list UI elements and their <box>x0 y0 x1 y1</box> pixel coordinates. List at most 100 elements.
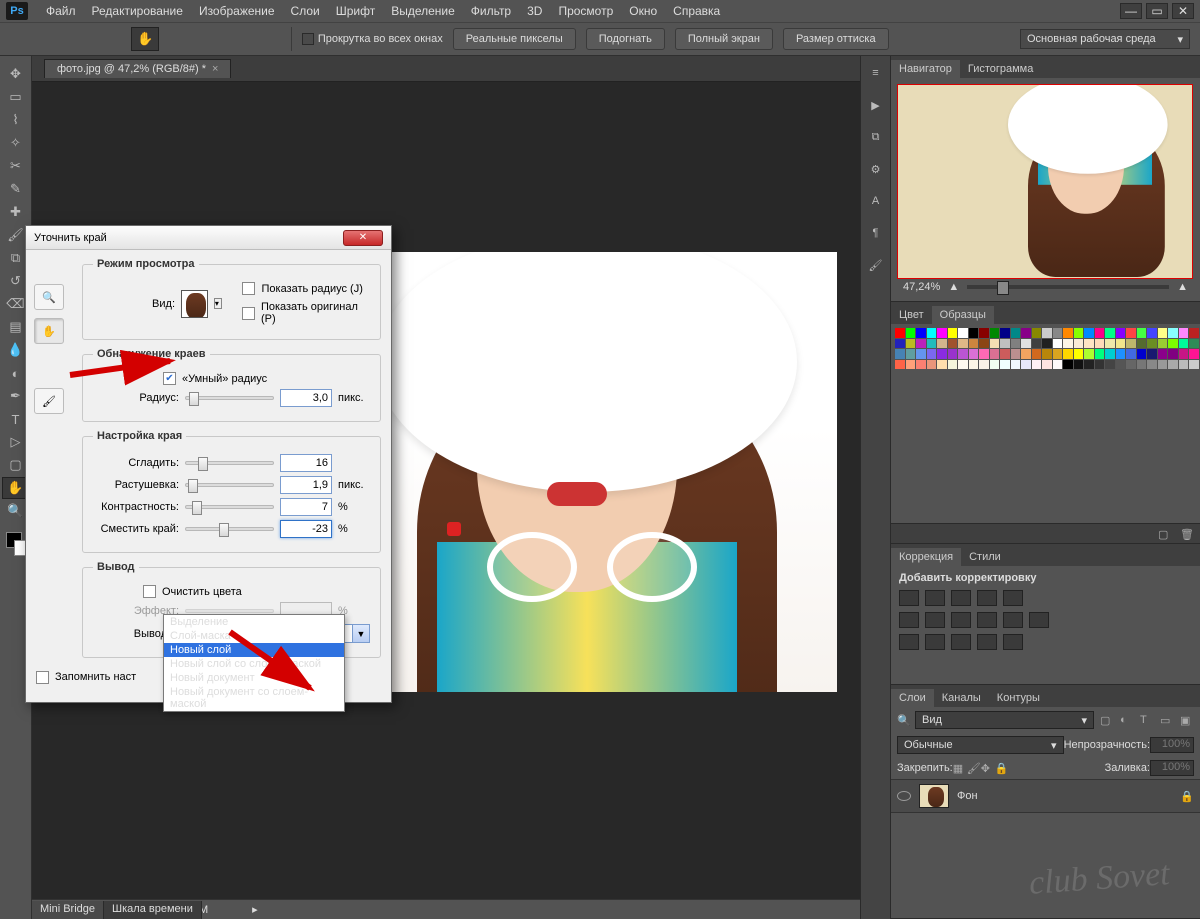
move-tool[interactable]: ✥ <box>2 63 30 85</box>
swatch[interactable] <box>969 328 979 338</box>
menu-type[interactable]: Шрифт <box>328 2 383 20</box>
swatch[interactable] <box>1116 339 1126 349</box>
filter-adjust-icon[interactable]: ◐ <box>1120 714 1134 726</box>
character-icon[interactable]: A <box>867 192 885 210</box>
smooth-slider[interactable] <box>185 461 274 465</box>
zoom-out-icon[interactable]: ▲ <box>948 281 959 293</box>
dialog-hand-tool[interactable]: ✋ <box>34 318 64 344</box>
swatch[interactable] <box>1116 349 1126 359</box>
swatch[interactable] <box>1189 339 1199 349</box>
dialog-refine-brush-tool[interactable]: 🖌 <box>34 388 64 414</box>
swatch[interactable] <box>1126 328 1136 338</box>
wand-tool[interactable]: ✧ <box>2 132 30 154</box>
swatch[interactable] <box>895 349 905 359</box>
swatch[interactable] <box>1000 349 1010 359</box>
swatch[interactable] <box>1105 349 1115 359</box>
layer-thumbnail[interactable] <box>919 784 949 808</box>
swatch[interactable] <box>1137 349 1147 359</box>
swatch[interactable] <box>1053 360 1063 370</box>
swatch[interactable] <box>1011 328 1021 338</box>
tab-adjustments[interactable]: Коррекция <box>891 548 961 566</box>
swatch[interactable] <box>1084 328 1094 338</box>
swatch[interactable] <box>1084 339 1094 349</box>
menu-filter[interactable]: Фильтр <box>463 2 519 20</box>
expand-strip-icon[interactable]: ≡ <box>867 64 885 82</box>
swatch[interactable] <box>1189 360 1199 370</box>
swatch[interactable] <box>1053 349 1063 359</box>
swatch[interactable] <box>990 360 1000 370</box>
maximize-button[interactable]: ▭ <box>1146 3 1168 19</box>
adj-gradient-icon[interactable] <box>977 634 997 650</box>
swatch[interactable] <box>958 360 968 370</box>
swatch[interactable] <box>916 339 926 349</box>
filter-type-icon[interactable]: T <box>1140 714 1154 726</box>
swatch[interactable] <box>1000 360 1010 370</box>
swatch[interactable] <box>1021 339 1031 349</box>
swatch[interactable] <box>1137 339 1147 349</box>
swatch[interactable] <box>990 349 1000 359</box>
swatch[interactable] <box>895 360 905 370</box>
swatch[interactable] <box>948 328 958 338</box>
swatch[interactable] <box>1116 360 1126 370</box>
swatch[interactable] <box>1179 339 1189 349</box>
swatch[interactable] <box>979 349 989 359</box>
paragraph-icon[interactable]: ¶ <box>867 224 885 242</box>
swatch[interactable] <box>1032 360 1042 370</box>
tab-timeline[interactable]: Шкала времени <box>104 901 202 919</box>
swatch[interactable] <box>1168 339 1178 349</box>
swatch[interactable] <box>1042 339 1052 349</box>
heal-tool[interactable]: ✚ <box>2 201 30 223</box>
swatch[interactable] <box>927 360 937 370</box>
view-thumbnail[interactable] <box>181 290 208 318</box>
tab-layers[interactable]: Слои <box>891 689 934 707</box>
decontaminate-checkbox[interactable]: Очистить цвета <box>143 585 242 598</box>
swatch[interactable] <box>969 339 979 349</box>
tab-paths[interactable]: Контуры <box>989 689 1048 707</box>
swatch[interactable] <box>1168 360 1178 370</box>
swatch[interactable] <box>927 349 937 359</box>
swatch[interactable] <box>927 328 937 338</box>
crop-tool[interactable]: ✂ <box>2 155 30 177</box>
swatch[interactable] <box>1053 339 1063 349</box>
tab-color[interactable]: Цвет <box>891 306 932 324</box>
swatch[interactable] <box>1074 349 1084 359</box>
swatch[interactable] <box>1158 339 1168 349</box>
swatch[interactable] <box>1063 339 1073 349</box>
adj-brightness-icon[interactable] <box>899 590 919 606</box>
feather-slider[interactable] <box>185 483 274 487</box>
adj-levels-icon[interactable] <box>925 590 945 606</box>
swatch[interactable] <box>1116 328 1126 338</box>
swatch[interactable] <box>937 339 947 349</box>
swatch[interactable] <box>906 360 916 370</box>
swatch[interactable] <box>1042 360 1052 370</box>
menu-window[interactable]: Окно <box>621 2 665 20</box>
swatch[interactable] <box>1000 328 1010 338</box>
tab-histogram[interactable]: Гистограмма <box>960 60 1042 78</box>
menu-file[interactable]: Файл <box>38 2 84 20</box>
hand-tool-icon[interactable]: ✋ <box>131 27 159 51</box>
remember-settings-checkbox[interactable]: Запомнить наст <box>36 671 136 684</box>
lock-pixels-icon[interactable]: 🖌 <box>967 762 981 774</box>
swatch[interactable] <box>1032 339 1042 349</box>
navigator-zoom-slider[interactable] <box>967 285 1169 289</box>
swatch[interactable] <box>1011 349 1021 359</box>
swatch[interactable] <box>916 349 926 359</box>
close-button[interactable]: ✕ <box>1172 3 1194 19</box>
swatch[interactable] <box>1126 339 1136 349</box>
workspace-dropdown[interactable]: Основная рабочая среда▾ <box>1020 29 1190 49</box>
radius-input[interactable] <box>280 389 332 407</box>
properties-icon[interactable]: ⚙ <box>867 160 885 178</box>
document-close-icon[interactable]: × <box>212 63 218 75</box>
swatch[interactable] <box>1032 328 1042 338</box>
swatch[interactable] <box>1042 349 1052 359</box>
new-swatch-icon[interactable]: ▢ <box>1158 528 1172 540</box>
show-original-checkbox[interactable]: Показать оригинал (P) <box>242 301 370 325</box>
lock-transparency-icon[interactable]: ▦ <box>953 762 967 774</box>
menu-edit[interactable]: Редактирование <box>84 2 191 20</box>
smooth-input[interactable] <box>280 454 332 472</box>
filter-image-icon[interactable]: ▢ <box>1100 714 1114 726</box>
swatch[interactable] <box>1126 360 1136 370</box>
swatch[interactable] <box>958 339 968 349</box>
adj-curves-icon[interactable] <box>951 590 971 606</box>
swatch[interactable] <box>895 339 905 349</box>
